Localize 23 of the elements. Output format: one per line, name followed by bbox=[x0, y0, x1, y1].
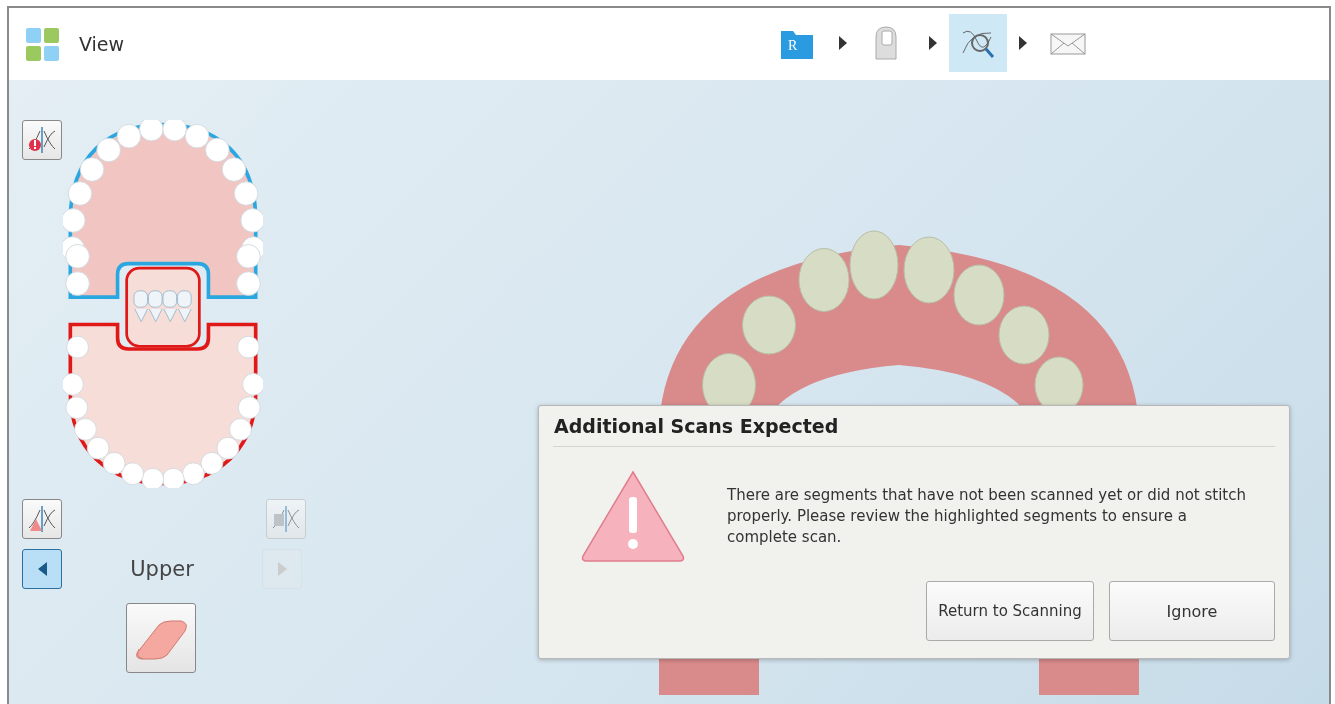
review-alert-icon bbox=[27, 125, 57, 155]
dialog-button[interactable]: Ignore bbox=[1109, 581, 1275, 641]
app-menu-icon[interactable] bbox=[26, 27, 59, 61]
eraser-button[interactable] bbox=[126, 603, 196, 673]
dialog-button[interactable]: Return to Scanning bbox=[926, 581, 1094, 641]
right-triangle-icon bbox=[277, 562, 287, 576]
page-title: View bbox=[79, 33, 125, 55]
folder-letter: R bbox=[788, 39, 798, 53]
review-alert-button[interactable] bbox=[22, 120, 62, 160]
step-arrow-icon bbox=[839, 36, 847, 50]
previous-button[interactable] bbox=[22, 549, 62, 589]
arch-model-icon bbox=[271, 504, 301, 534]
dialog-message: There are segments that have not been scanned yet or did not stitch properly. Please review the highlighted segments to ensure a complete scan. bbox=[727, 485, 1247, 548]
segment-label: Upper bbox=[130, 557, 194, 581]
lower-arch-icon bbox=[27, 504, 57, 534]
lower-arch-button[interactable] bbox=[22, 499, 62, 539]
jaw-selector-drawing[interactable] bbox=[63, 120, 263, 488]
step-arrow-icon bbox=[929, 36, 937, 50]
workflow-step-button[interactable] bbox=[949, 14, 1007, 72]
dialog-title: Additional Scans Expected bbox=[553, 406, 1275, 447]
warning-icon bbox=[581, 469, 685, 563]
step-arrow-icon bbox=[1019, 36, 1027, 50]
left-triangle-icon bbox=[37, 562, 47, 576]
